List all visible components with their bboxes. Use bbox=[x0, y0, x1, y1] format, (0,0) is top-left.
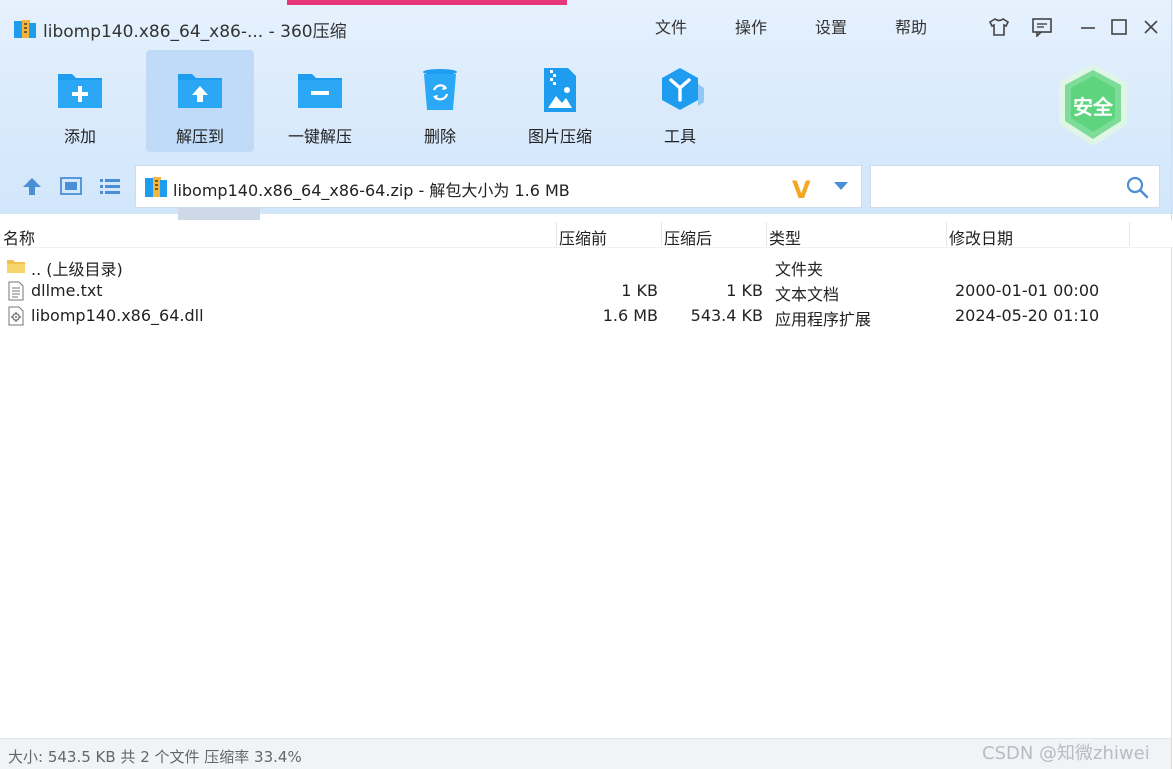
column-modified[interactable]: 修改日期 bbox=[949, 225, 1013, 249]
tools-hexagon-icon bbox=[662, 68, 704, 110]
security-badge[interactable]: 安全 bbox=[1055, 62, 1131, 148]
image-compress-button[interactable]: 图片压缩 bbox=[506, 50, 614, 152]
folder-icon bbox=[7, 260, 25, 273]
file-list-header: 名称 压缩前 压缩后 类型 修改日期 bbox=[0, 220, 1173, 248]
file-row[interactable]: .. (上级目录) 文件夹 bbox=[0, 253, 1170, 279]
one-click-extract-label: 一键解压 bbox=[287, 127, 352, 146]
column-divider[interactable] bbox=[946, 222, 947, 246]
file-type: 应用程序扩展 bbox=[775, 310, 872, 329]
file-name: .. (上级目录) bbox=[31, 260, 123, 279]
column-divider[interactable] bbox=[661, 222, 662, 246]
list-view-icon[interactable] bbox=[98, 175, 122, 197]
add-label: 添加 bbox=[63, 127, 96, 146]
extract-to-label: 解压到 bbox=[175, 127, 224, 146]
extract-folder-icon bbox=[178, 74, 222, 108]
dll-file-icon bbox=[8, 306, 24, 326]
minimize-button[interactable] bbox=[1077, 16, 1099, 38]
column-name[interactable]: 名称 bbox=[3, 225, 35, 249]
message-icon bbox=[1032, 18, 1052, 37]
column-compressed-after[interactable]: 压缩后 bbox=[664, 225, 712, 249]
add-button[interactable]: 添加 bbox=[26, 50, 134, 152]
v-logo-icon[interactable]: V bbox=[792, 176, 811, 204]
menu-operation[interactable]: 操作 bbox=[735, 14, 767, 38]
thumbnail-view-icon[interactable] bbox=[59, 175, 83, 197]
delete-label: 删除 bbox=[423, 127, 456, 146]
file-name: libomp140.x86_64.dll bbox=[31, 306, 204, 325]
top-accent-bar bbox=[287, 0, 567, 5]
zip-archive-icon bbox=[145, 177, 167, 197]
recycle-bin-icon bbox=[423, 69, 457, 110]
maximize-icon bbox=[1111, 19, 1127, 35]
delete-button[interactable]: 删除 bbox=[386, 50, 494, 152]
file-size-before: 1 KB bbox=[621, 281, 658, 300]
app-window: libomp140.x86_64_x86-... - 360压缩 文件 操作 设… bbox=[0, 0, 1173, 769]
column-divider[interactable] bbox=[556, 222, 557, 246]
status-text: 大小: 543.5 KB 共 2 个文件 压缩率 33.4% bbox=[8, 748, 302, 766]
tools-label: 工具 bbox=[663, 127, 696, 146]
app-icon bbox=[14, 20, 36, 38]
chevron-down-icon[interactable] bbox=[832, 179, 850, 193]
file-row[interactable]: dllme.txt 1 KB 1 KB 文本文档 2000-01-01 00:0… bbox=[0, 278, 1170, 304]
up-arrow-icon[interactable] bbox=[20, 175, 44, 197]
menu-file[interactable]: 文件 bbox=[655, 14, 687, 38]
add-folder-icon bbox=[58, 74, 102, 108]
security-label: 安全 bbox=[1073, 95, 1113, 119]
text-file-icon bbox=[8, 281, 24, 301]
close-icon bbox=[1144, 20, 1158, 34]
file-size-after: 543.4 KB bbox=[690, 306, 763, 325]
one-click-extract-button[interactable]: 一键解压 bbox=[266, 50, 374, 152]
search-input[interactable] bbox=[877, 172, 1117, 202]
one-click-folder-icon bbox=[298, 74, 342, 108]
file-size-before: 1.6 MB bbox=[602, 306, 658, 325]
file-row[interactable]: libomp140.x86_64.dll 1.6 MB 543.4 KB 应用程… bbox=[0, 303, 1170, 329]
column-type[interactable]: 类型 bbox=[769, 225, 801, 249]
file-type: 文本文档 bbox=[775, 285, 840, 304]
address-bar[interactable]: libomp140.x86_64_x86-64.zip - 解包大小为 1.6 … bbox=[135, 165, 862, 208]
close-button[interactable] bbox=[1140, 16, 1162, 38]
file-name: dllme.txt bbox=[31, 281, 103, 300]
tshirt-icon bbox=[988, 18, 1010, 36]
window-title: libomp140.x86_64_x86-... - 360压缩 bbox=[43, 22, 347, 42]
archive-path: libomp140.x86_64_x86-64.zip - 解包大小为 1.6 … bbox=[173, 181, 570, 200]
column-divider[interactable] bbox=[1129, 222, 1130, 246]
search-box[interactable] bbox=[870, 165, 1160, 208]
image-compress-label: 图片压缩 bbox=[527, 127, 592, 146]
menu-settings[interactable]: 设置 bbox=[815, 14, 847, 38]
file-size-after: 1 KB bbox=[726, 281, 763, 300]
maximize-button[interactable] bbox=[1108, 16, 1130, 38]
skin-button[interactable] bbox=[988, 16, 1010, 38]
window-border bbox=[1171, 0, 1172, 769]
column-divider[interactable] bbox=[766, 222, 767, 246]
file-type: 文件夹 bbox=[775, 260, 824, 279]
search-icon[interactable] bbox=[1125, 175, 1149, 199]
column-compressed-before[interactable]: 压缩前 bbox=[559, 225, 607, 249]
menu-help[interactable]: 帮助 bbox=[895, 14, 927, 38]
watermark-text: CSDN @知微zhiwei bbox=[982, 743, 1150, 764]
minimize-icon bbox=[1081, 27, 1095, 29]
feedback-button[interactable] bbox=[1031, 16, 1053, 38]
extract-to-button[interactable]: 解压到 bbox=[146, 50, 254, 152]
image-zip-icon bbox=[544, 68, 576, 112]
horizontal-scroll-thumb[interactable] bbox=[178, 208, 260, 220]
file-modified: 2000-01-01 00:00 bbox=[955, 281, 1100, 300]
file-modified: 2024-05-20 01:10 bbox=[955, 306, 1100, 325]
tools-button[interactable]: 工具 bbox=[626, 50, 734, 152]
